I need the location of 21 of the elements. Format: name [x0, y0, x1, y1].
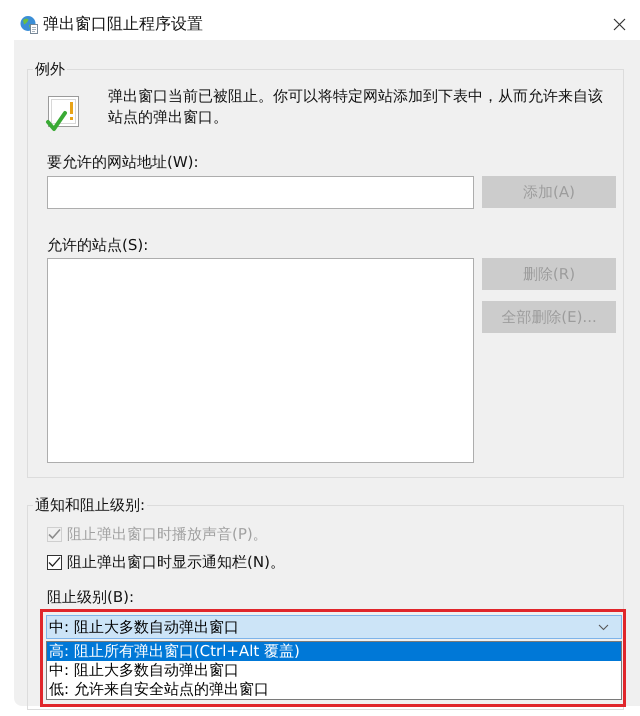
globe-icon — [20, 14, 38, 34]
blocking-level-label: 阻止级别(B): — [47, 587, 136, 607]
close-button[interactable] — [613, 18, 626, 30]
checkbox-label: 阻止弹出窗口时显示通知栏(N)。 — [67, 552, 285, 572]
window-title: 弹出窗口阻止程序设置 — [43, 14, 203, 34]
group-heading: 例外 — [34, 59, 66, 79]
address-input[interactable] — [47, 176, 474, 209]
checkmark-icon — [48, 528, 61, 540]
sites-label: 允许的站点(S): — [47, 235, 150, 255]
checkmark-icon — [48, 556, 61, 568]
close-icon — [613, 18, 626, 30]
dropdown-option[interactable]: 低: 允许来自安全站点的弹出窗口 — [47, 680, 621, 699]
dropdown-option[interactable]: 中: 阻止大多数自动弹出窗口 — [47, 661, 621, 680]
info-message: 弹出窗口当前已被阻止。你可以将特定网站添加到下表中，从而允许来自该站点的弹出窗口。 — [108, 86, 604, 128]
group-heading: 通知和阻止级别: — [34, 495, 146, 515]
address-label: 要允许的网站地址(W): — [47, 152, 200, 172]
dropdown-option[interactable]: 高: 阻止所有弹出窗口(Ctrl+Alt 覆盖) — [47, 642, 621, 661]
checkbox[interactable] — [47, 554, 62, 570]
blocking-level-dropdown[interactable]: 中: 阻止大多数自动弹出窗口 — [46, 615, 622, 639]
chevron-down-icon — [598, 624, 609, 630]
checkbox-label: 阻止弹出窗口时播放声音(P)。 — [67, 524, 268, 544]
